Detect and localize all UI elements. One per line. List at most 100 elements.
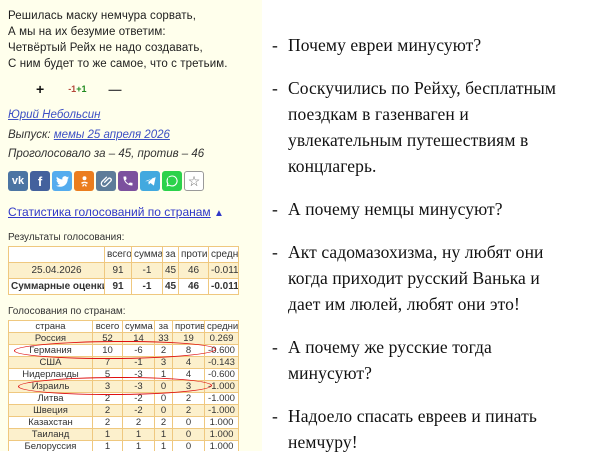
- column-header: против: [178, 246, 209, 263]
- table-cell: -1: [131, 262, 163, 279]
- facebook-icon[interactable]: f: [30, 171, 50, 191]
- table-cell: 52: [92, 332, 123, 345]
- column-header: против: [172, 320, 205, 333]
- dialogue-item: - Почему евреи минусуют?: [272, 32, 592, 58]
- table-cell: 0: [172, 440, 205, 451]
- vote-minus-count: -1: [68, 84, 77, 94]
- turnout-line: Проголосовало за – 45, против – 46: [8, 148, 205, 160]
- column-header: всего: [104, 246, 132, 263]
- column-header: сумма: [122, 320, 155, 333]
- table-cell: 1.000: [204, 440, 239, 451]
- dialogue-dash: -: [272, 242, 278, 262]
- table-cell: 1: [122, 440, 155, 451]
- table-row: Таиланд 1 1 1 0 1.000: [8, 428, 239, 441]
- table-cell: -0.011: [208, 262, 239, 279]
- table-cell: США: [8, 356, 93, 369]
- dialogue-item: - Акт садомазохизма, ну любят они когда п…: [272, 239, 592, 317]
- table-cell: 7: [92, 356, 123, 369]
- table-cell: 19: [172, 332, 205, 345]
- table-cell: Казахстан: [8, 416, 93, 429]
- table-row: США 7 -1 3 4 -0.143: [8, 356, 239, 369]
- share-buttons-row: vk f ☆: [8, 171, 262, 191]
- results-table: всегосуммазапротивсредний25.04.202691-14…: [8, 246, 239, 295]
- table-cell: 45: [162, 262, 179, 279]
- table-cell: -0.600: [204, 344, 239, 357]
- table-cell: -2: [122, 392, 155, 405]
- table-cell: 2: [172, 392, 205, 405]
- table-cell: 2: [122, 416, 155, 429]
- vote-controls: + -1+1 —: [36, 81, 262, 97]
- table-cell: 10: [92, 344, 123, 357]
- dialogue-text: Акт садомазохизма, ну любят они когда пр…: [288, 242, 544, 314]
- table-cell: 45: [162, 278, 179, 295]
- viber-icon[interactable]: [118, 171, 138, 191]
- author-link[interactable]: Юрий Небольсин: [8, 109, 100, 121]
- whatsapp-icon[interactable]: [162, 171, 182, 191]
- column-header: средний: [208, 246, 239, 263]
- table-cell: 2: [154, 416, 173, 429]
- table-cell: Германия: [8, 344, 93, 357]
- favorite-star-icon[interactable]: ☆: [184, 171, 204, 191]
- table-cell: Белоруссия: [8, 440, 93, 451]
- meme-page-panel: Решилась маску немчура сорвать, А мы на …: [0, 0, 262, 451]
- table-row: Литва 2 -2 0 2 -1.000: [8, 392, 239, 405]
- table-cell: 1: [154, 428, 173, 441]
- country-stats-link[interactable]: Статистика голосований по странам: [8, 205, 211, 219]
- table-cell: -3: [122, 380, 155, 393]
- page: Решилась маску немчура сорвать, А мы на …: [0, 0, 600, 452]
- table-cell: 1: [154, 368, 173, 381]
- attach-link-icon[interactable]: [96, 171, 116, 191]
- countries-table-wrapper: странавсегосуммазапротивсреднийРоссия521…: [8, 320, 240, 451]
- issue-link[interactable]: мемы 25 апреля 2026: [54, 129, 170, 141]
- table-cell: 0: [172, 428, 205, 441]
- table-cell: 3: [92, 380, 123, 393]
- table-cell: -1.000: [204, 404, 239, 417]
- dialogue-dash: -: [272, 78, 278, 98]
- telegram-icon[interactable]: [140, 171, 160, 191]
- table-row: Нидерланды 5 -3 1 4 -0.600: [8, 368, 239, 381]
- table-cell: -0.011: [208, 278, 239, 295]
- table-row: Швеция 2 -2 0 2 -1.000: [8, 404, 239, 417]
- table-cell: 0.269: [204, 332, 239, 345]
- vote-down-button[interactable]: —: [108, 82, 121, 97]
- table-cell: 1.000: [204, 416, 239, 429]
- twitter-icon[interactable]: [52, 171, 72, 191]
- table-cell: 0: [154, 392, 173, 405]
- table-cell: 91: [104, 278, 132, 295]
- table-header-row: странавсегосуммазапротивсредний: [8, 320, 239, 333]
- dialogue-text: Соскучились по Рейху, бесплатным поездка…: [288, 78, 557, 176]
- table-cell: Россия: [8, 332, 93, 345]
- column-header: сумма: [131, 246, 163, 263]
- table-cell: 5: [92, 368, 123, 381]
- dialogue-item: -А почему немцы минусуют?: [272, 196, 592, 222]
- dialogue-text: А почему немцы минусуют?: [288, 199, 503, 219]
- table-cell: -6: [122, 344, 155, 357]
- dialogue-text: Надоело спасать евреев и пинать немчуру!: [288, 406, 537, 452]
- dialogue-item: -А почему же русские тогда минусуют?: [272, 334, 592, 386]
- vote-up-button[interactable]: +: [36, 81, 44, 97]
- table-cell: 0: [172, 416, 205, 429]
- issue-label: Выпуск:: [8, 129, 51, 141]
- dialogue-panel: - Почему евреи минусуют? - Соскучились по Р…: [262, 0, 600, 452]
- table-cell: 3: [172, 380, 205, 393]
- countries-table: странавсегосуммазапротивсреднийРоссия521…: [8, 320, 239, 451]
- dialogue-dash: -: [272, 337, 278, 357]
- table-cell: -3: [122, 368, 155, 381]
- table-row: Россия 52 14 33 19 0.269: [8, 332, 239, 345]
- issue-line: Выпуск: мемы 25 апреля 2026: [8, 129, 262, 141]
- table-cell: -1: [122, 356, 155, 369]
- column-header: всего: [92, 320, 123, 333]
- column-header: за: [162, 246, 179, 263]
- collapse-triangle-icon[interactable]: ▲: [214, 208, 224, 219]
- table-cell: 0: [154, 404, 173, 417]
- vk-icon[interactable]: vk: [8, 171, 28, 191]
- dialogue-item: - Надоело спасать евреев и пинать немчуру…: [272, 403, 592, 455]
- table-cell: Литва: [8, 392, 93, 405]
- table-cell: Суммарные оценки: [8, 278, 105, 295]
- table-header-row: всегосуммазапротивсредний: [8, 246, 239, 263]
- author-line: Юрий Небольсин: [8, 105, 262, 123]
- dialogue-dash: -: [272, 406, 278, 426]
- column-header: средний: [204, 320, 239, 333]
- column-header: [8, 246, 105, 263]
- odnoklassniki-icon[interactable]: [74, 171, 94, 191]
